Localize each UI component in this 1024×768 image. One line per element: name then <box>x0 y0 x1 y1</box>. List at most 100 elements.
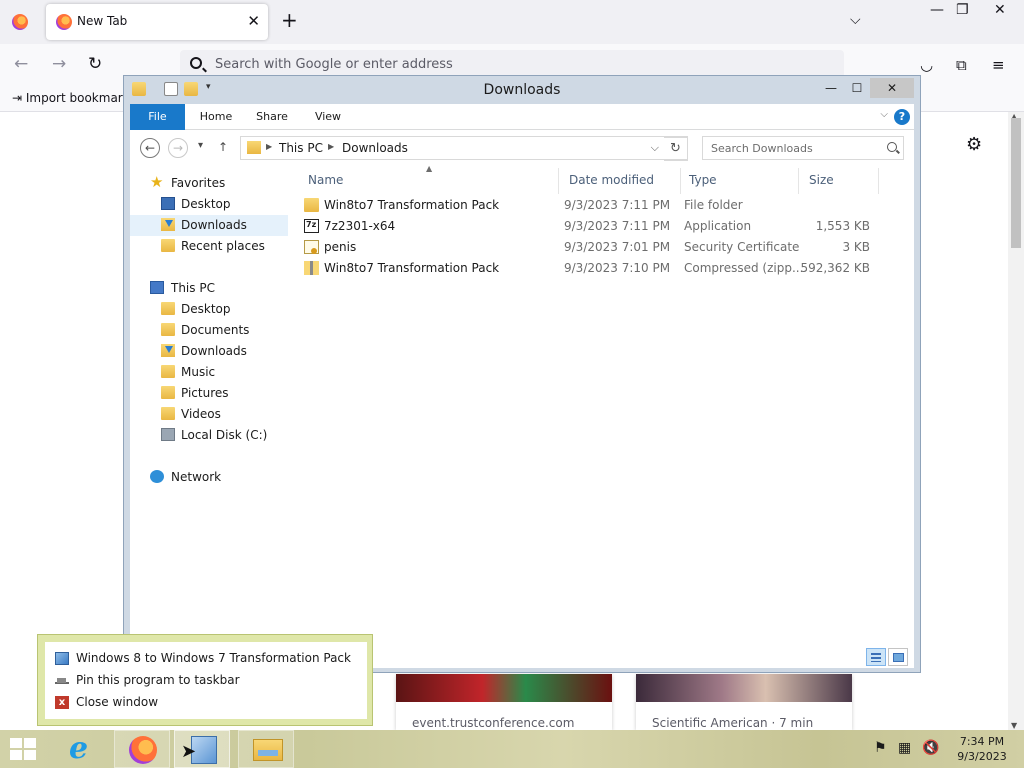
tab-home[interactable]: Home <box>192 104 240 130</box>
pin-to-taskbar-item[interactable]: Pin this program to taskbar <box>45 669 367 691</box>
forward-icon[interactable]: → <box>52 54 66 74</box>
sidebar-item-recent-places[interactable]: Recent places <box>130 236 288 257</box>
address-dropdown-icon[interactable]: ⌵ <box>651 141 659 155</box>
file-row[interactable]: Win8to7 Transformation Pack 9/3/2023 7:1… <box>302 258 902 279</box>
column-header-date[interactable]: Date modified <box>569 173 654 187</box>
details-view-button[interactable] <box>866 648 886 666</box>
list-all-tabs-icon[interactable]: ⌵ <box>850 12 861 28</box>
firefox-tab-new-tab[interactable]: New Tab ✕ <box>46 4 268 40</box>
tab-file[interactable]: File <box>130 104 185 130</box>
action-center-flag-icon[interactable]: ⚑ <box>874 740 887 756</box>
scroll-down-icon[interactable]: ▼ <box>1011 721 1017 730</box>
extensions-icon[interactable]: ⧉ <box>956 56 967 74</box>
browser-restore-button[interactable]: ❐ <box>956 2 969 18</box>
file-row[interactable]: penis 9/3/2023 7:01 PM Security Certific… <box>302 237 902 258</box>
browser-close-button[interactable]: ✕ <box>994 2 1006 18</box>
pocket-icon[interactable]: ◡ <box>920 56 933 74</box>
file-date: 9/3/2023 7:10 PM <box>564 261 671 275</box>
address-bar[interactable]: ▶ This PC ▶ Downloads ⌵ <box>240 136 688 160</box>
windows-logo-pane <box>10 750 22 760</box>
taskbar-firefox[interactable] <box>114 730 170 768</box>
close-window-item[interactable]: x Close window <box>45 691 367 713</box>
column-header-size[interactable]: Size <box>809 173 834 187</box>
recent-places-icon <box>161 239 175 252</box>
column-divider[interactable] <box>798 168 799 194</box>
sidebar-item-desktop[interactable]: Desktop <box>130 194 288 215</box>
sidebar-item-local-disk[interactable]: Local Disk (C:) <box>130 425 288 446</box>
jump-list-app-item[interactable]: Windows 8 to Windows 7 Transformation Pa… <box>45 647 367 669</box>
sidebar-item-pictures[interactable]: Pictures <box>130 383 288 404</box>
tab-share[interactable]: Share <box>248 104 296 130</box>
scrollbar-thumb[interactable] <box>1011 118 1021 248</box>
sidebar-item-label: Favorites <box>171 176 226 190</box>
firefox-view-icon[interactable] <box>12 14 28 30</box>
sidebar-item-network[interactable]: Network <box>130 467 288 488</box>
recent-locations-icon[interactable]: ▾ <box>198 140 203 151</box>
breadcrumb-separator[interactable]: ▶ <box>328 142 334 151</box>
page-scrollbar[interactable]: ▲ ▼ <box>1008 112 1024 730</box>
system-clock[interactable]: 7:34 PM 9/3/2023 <box>952 734 1012 764</box>
file-row[interactable]: 7z2301-x64 9/3/2023 7:11 PM Application … <box>302 216 902 237</box>
file-name: penis <box>324 240 357 254</box>
column-divider[interactable] <box>878 168 879 194</box>
sidebar-item-favorites[interactable]: ★ Favorites <box>130 173 288 194</box>
volume-muted-icon[interactable]: 🔇 <box>922 740 939 756</box>
jump-list-label: Close window <box>76 695 159 709</box>
help-icon[interactable]: ? <box>894 109 910 125</box>
browser-minimize-button[interactable]: — <box>930 2 944 18</box>
menu-icon[interactable]: ≡ <box>992 56 1005 74</box>
downloads-icon <box>161 218 175 231</box>
reload-icon[interactable]: ↻ <box>88 54 102 74</box>
pictures-folder-icon <box>161 386 175 399</box>
gear-icon[interactable]: ⚙ <box>966 134 982 155</box>
taskbar-file-explorer[interactable] <box>238 730 294 768</box>
search-icon[interactable] <box>887 142 897 152</box>
address-row: ← → ▾ ↑ ▶ This PC ▶ Downloads ⌵ ↻ Search… <box>130 130 914 164</box>
breadcrumb-this-pc[interactable]: This PC <box>279 141 323 155</box>
story-card[interactable]: Scientific American · 7 min <box>636 674 852 730</box>
column-divider[interactable] <box>680 168 681 194</box>
close-button[interactable]: ✕ <box>870 78 914 98</box>
tab-view[interactable]: View <box>304 104 352 130</box>
up-button[interactable]: ↑ <box>218 140 228 154</box>
large-icons-view-icon <box>893 653 904 662</box>
story-card[interactable]: event.trustconference.com <box>396 674 612 730</box>
close-tab-icon[interactable]: ✕ <box>247 12 260 30</box>
file-row[interactable]: Win8to7 Transformation Pack 9/3/2023 7:1… <box>302 195 902 216</box>
file-name: Win8to7 Transformation Pack <box>324 198 500 212</box>
folder-icon <box>161 302 175 315</box>
column-header-name[interactable]: Name <box>308 173 343 187</box>
minimize-button[interactable]: — <box>818 78 844 98</box>
chevron-down-icon[interactable]: ⌵ <box>880 109 888 120</box>
sidebar-item-desktop[interactable]: Desktop <box>130 299 288 320</box>
back-button[interactable]: ← <box>140 138 160 158</box>
column-header-type[interactable]: Type <box>689 173 717 187</box>
sidebar-item-downloads[interactable]: Downloads <box>130 341 288 362</box>
music-folder-icon <box>161 365 175 378</box>
jump-list-menu: Windows 8 to Windows 7 Transformation Pa… <box>45 642 367 719</box>
maximize-button[interactable]: ☐ <box>844 78 870 98</box>
sidebar-item-music[interactable]: Music <box>130 362 288 383</box>
sidebar-item-this-pc[interactable]: This PC <box>130 278 288 299</box>
breadcrumb-downloads[interactable]: Downloads <box>342 141 408 155</box>
column-divider[interactable] <box>558 168 559 194</box>
back-icon[interactable]: ← <box>14 54 28 74</box>
breadcrumb-separator[interactable]: ▶ <box>266 142 272 151</box>
details-view-icon <box>871 653 881 662</box>
sidebar-item-downloads[interactable]: Downloads <box>130 215 288 236</box>
downloads-folder-icon <box>247 141 261 154</box>
certificate-icon <box>304 240 319 254</box>
large-icons-view-button[interactable] <box>888 648 908 666</box>
network-tray-icon[interactable]: ▦ <box>898 740 911 756</box>
search-input[interactable]: Search Downloads <box>702 136 904 160</box>
refresh-button[interactable]: ↻ <box>664 137 688 161</box>
forward-button[interactable]: → <box>168 138 188 158</box>
taskbar-internet-explorer[interactable]: e <box>54 730 110 768</box>
sidebar-item-videos[interactable]: Videos <box>130 404 288 425</box>
file-explorer-icon <box>253 739 283 761</box>
explorer-body: ★ Favorites Desktop Downloads Recent pla… <box>130 164 914 668</box>
explorer-title-bar[interactable]: ▾ Downloads — ☐ ✕ <box>124 76 920 104</box>
start-button[interactable] <box>10 738 38 760</box>
sidebar-item-documents[interactable]: Documents <box>130 320 288 341</box>
new-tab-button[interactable]: + <box>281 10 298 30</box>
